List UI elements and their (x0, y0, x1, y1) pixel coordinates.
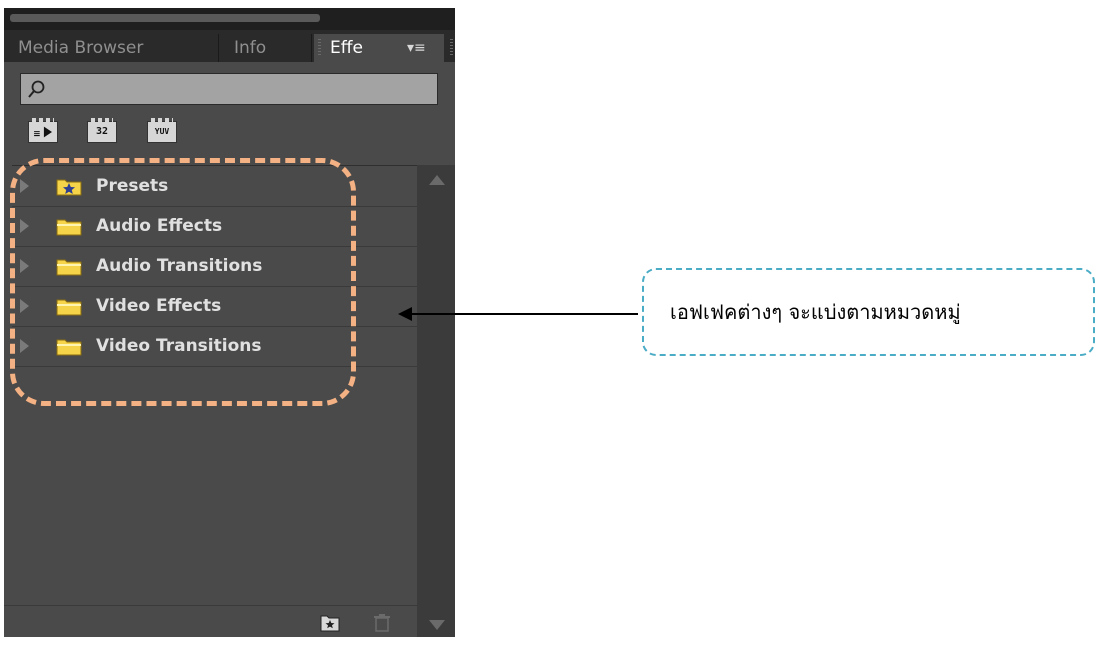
vertical-scrollbar[interactable] (417, 165, 455, 637)
categories-highlight (10, 158, 356, 406)
tab-effects[interactable]: Effe ▾≡ (314, 34, 444, 62)
panel-tab-bar: Media Browser Info Effe ▾≡ (4, 30, 455, 62)
tab-media-browser[interactable]: Media Browser (18, 34, 219, 62)
tab-info[interactable]: Info (220, 34, 312, 62)
panel-menu-icon[interactable]: ▾≡ (407, 34, 426, 62)
new-custom-bin-icon[interactable] (320, 614, 340, 632)
tab-grip-icon[interactable] (318, 39, 321, 57)
panel-grip-icon[interactable] (450, 39, 453, 57)
scroll-up-arrow-icon[interactable] (429, 175, 445, 185)
callout-arrow-line (410, 313, 638, 315)
panel-resize-bar[interactable] (10, 14, 320, 22)
panel-bottom-bar (4, 605, 417, 637)
arrow-left-icon (398, 307, 412, 321)
callout-text: เอฟเฟคต่างๆ จะแบ่งตามหมวดหมู่ (670, 300, 961, 324)
search-icon (28, 80, 45, 98)
32-bit-color-icon[interactable]: 32 (87, 118, 117, 143)
scroll-down-arrow-icon[interactable] (429, 620, 445, 630)
svg-text:≡: ≡ (33, 130, 41, 140)
panel-top-strip (4, 8, 455, 30)
tab-effects-label: Effe (330, 38, 363, 58)
delete-icon[interactable] (374, 614, 390, 632)
yuv-effects-icon[interactable]: YUV (147, 118, 177, 143)
accelerated-effects-icon[interactable]: ≡ (28, 118, 58, 143)
callout-box: เอฟเฟคต่างๆ จะแบ่งตามหมวดหมู่ (642, 268, 1095, 356)
search-input[interactable] (20, 73, 438, 105)
